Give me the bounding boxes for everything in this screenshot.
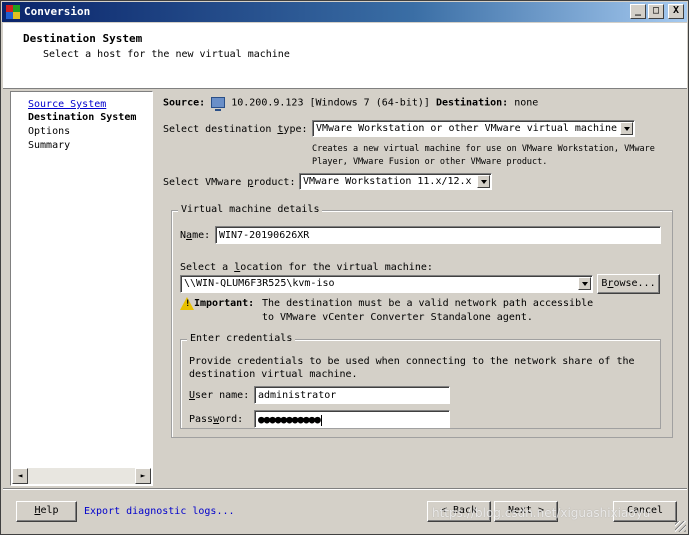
warning-icon: ! <box>180 297 194 310</box>
minimize-button[interactable]: _ <box>630 4 646 19</box>
credentials-group: Enter credentials Provide credentials to… <box>180 333 661 429</box>
destination-value: none <box>514 97 539 109</box>
title-bar[interactable]: Conversion _ □ X <box>2 2 687 22</box>
scroll-left-icon[interactable]: ◄ <box>12 468 28 484</box>
resize-grip[interactable] <box>675 521 686 532</box>
product-label: Select VMware product: <box>163 177 296 188</box>
export-diagnostic-logs-link[interactable]: Export diagnostic logs... <box>84 506 235 517</box>
scroll-right-icon[interactable]: ► <box>135 468 151 484</box>
credentials-desc-line-1: Provide credentials to be used when conn… <box>189 356 635 367</box>
computer-icon <box>211 97 226 111</box>
nav-horizontal-scrollbar[interactable]: ◄ ► <box>12 468 151 484</box>
source-summary: Source: 10.200.9.123 [Windows 7 (64-bit)… <box>163 97 539 111</box>
destination-type-label: Select destination type: <box>163 124 308 135</box>
window-title: Conversion <box>24 5 91 18</box>
wizard-steps-nav: Source System Destination System Options… <box>10 91 153 486</box>
destination-type-description: Creates a new virtual machine for use on… <box>312 144 655 167</box>
wizard-header: Destination System Select a host for the… <box>3 23 687 89</box>
source-value: 10.200.9.123 [Windows 7 (64-bit)] <box>231 97 430 109</box>
password-input[interactable]: ●●●●●●●●●●● <box>254 410 450 428</box>
important-line-2: to VMware vCenter Converter Standalone a… <box>262 312 533 323</box>
nav-item-source-system[interactable]: Source System <box>28 99 106 110</box>
nav-item-summary: Summary <box>28 140 71 151</box>
conversion-window: Conversion _ □ X Destination System Sele… <box>0 0 689 535</box>
credentials-desc-line-2: destination virtual machine. <box>189 369 358 380</box>
window-controls: _ □ X <box>630 4 684 19</box>
vm-details-group: Virtual machine details Name: WIN7-20190… <box>171 204 673 438</box>
destination-type-select[interactable]: VMware Workstation or other VMware virtu… <box>312 120 635 137</box>
help-button[interactable]: Help <box>16 501 77 522</box>
important-label: Important: <box>194 298 255 309</box>
close-button[interactable]: X <box>668 4 684 19</box>
user-name-label: User name: <box>189 390 250 401</box>
password-label: Password: <box>189 414 244 425</box>
product-select[interactable]: VMware Workstation 11.x/12.x <box>299 173 492 190</box>
page-subtitle: Select a host for the new virtual machin… <box>43 49 290 60</box>
chevron-down-icon[interactable] <box>620 122 633 135</box>
maximize-button[interactable]: □ <box>648 4 664 19</box>
nav-item-destination-system[interactable]: Destination System <box>28 112 136 123</box>
vm-name-label: Name: <box>180 230 211 241</box>
watermark-text: https://blog.csdn.net/xiguashixiaoyu <box>432 506 651 520</box>
destination-label: Destination: <box>435 97 509 109</box>
chevron-down-icon[interactable] <box>477 175 490 188</box>
browse-button[interactable]: Browse... <box>597 274 660 294</box>
main-panel: Source: 10.200.9.123 [Windows 7 (64-bit)… <box>153 91 687 486</box>
location-label: Select a location for the virtual machin… <box>180 262 433 273</box>
nav-item-options: Options <box>28 126 71 137</box>
chevron-down-icon[interactable] <box>578 277 591 290</box>
vm-name-input[interactable]: WIN7-20190626XR <box>215 226 661 244</box>
vm-details-title: Virtual machine details <box>178 204 323 215</box>
footer-separator <box>3 488 687 490</box>
page-title: Destination System <box>23 32 143 45</box>
converter-app-icon <box>6 5 20 19</box>
important-line-1: The destination must be a valid network … <box>262 298 594 309</box>
credentials-title: Enter credentials <box>187 333 296 344</box>
user-name-input[interactable]: administrator <box>254 386 450 404</box>
source-label: Source: <box>163 97 206 109</box>
location-combo[interactable]: \\WIN-QLUM6F3R525\kvm-iso <box>180 275 593 293</box>
